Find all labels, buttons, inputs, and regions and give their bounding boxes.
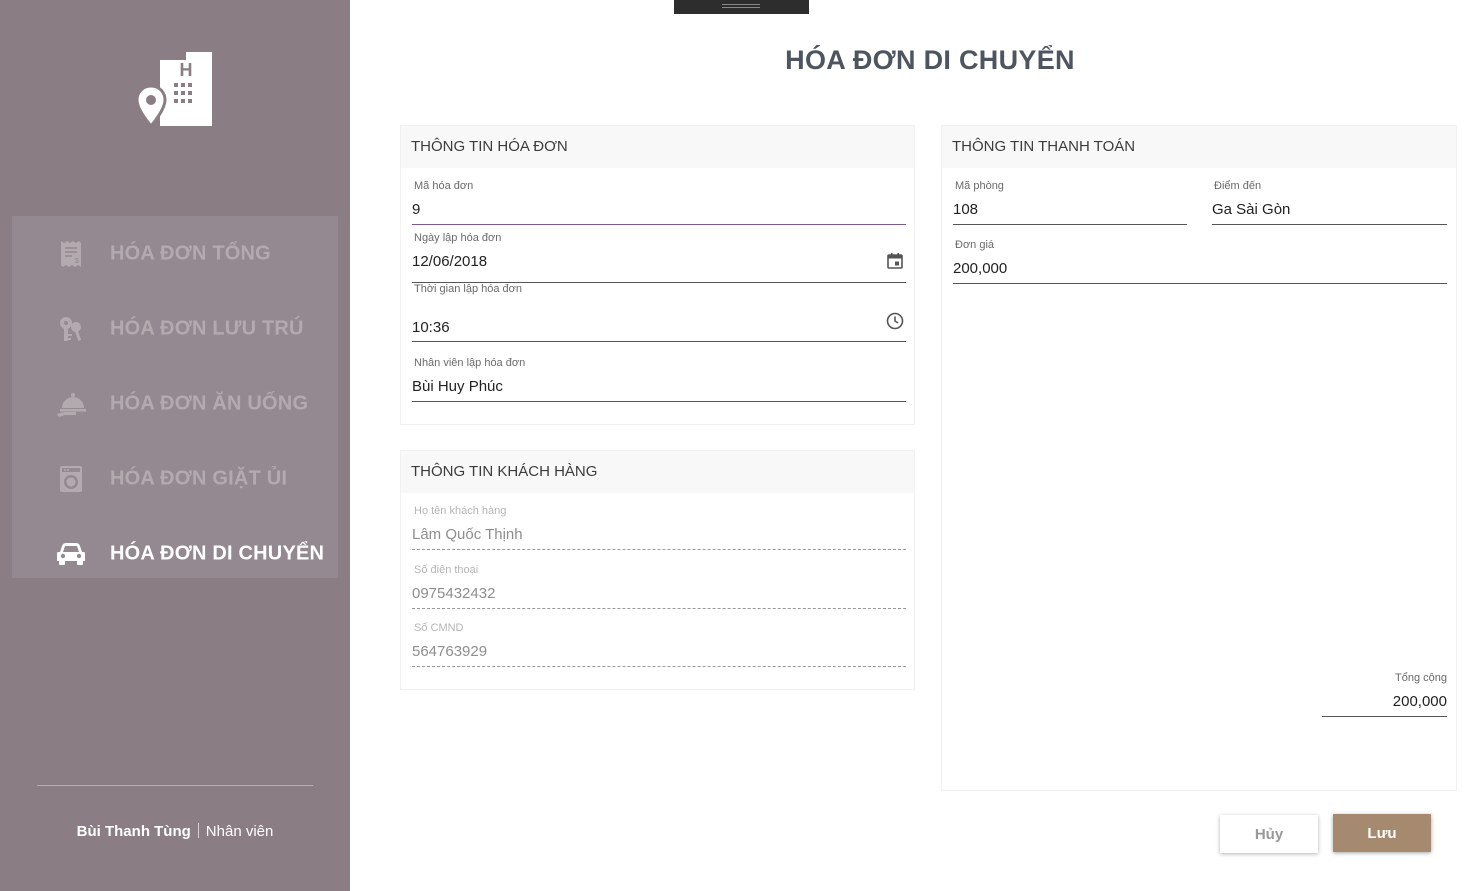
- invoice-time-value: 10:36: [412, 319, 450, 336]
- customer-idcard-value: 564763929: [412, 643, 488, 660]
- svg-text:$: $: [75, 258, 79, 265]
- invoice-info-card: THÔNG TIN HÓA ĐƠN Mã hóa đơn 9 Ngày lập …: [400, 125, 915, 425]
- sidebar-item-label: HÓA ĐƠN TỔNG: [110, 242, 271, 264]
- app-window: H $ HÓA ĐƠN TỔNG HÓA ĐƠN LƯU TRÚ HÓA ĐƠN…: [0, 0, 1482, 891]
- receipt-icon: $: [56, 239, 86, 269]
- hotel-location-icon: H: [135, 50, 216, 130]
- payment-info-header: THÔNG TIN THANH TOÁN: [942, 126, 1456, 168]
- customer-name-value: Lâm Quốc Thịnh: [412, 526, 523, 543]
- user-role: Nhân viên: [205, 823, 274, 840]
- total-label: Tổng cộng: [1395, 672, 1447, 684]
- invoice-id-label: Mã hóa đơn: [414, 180, 474, 192]
- invoice-info-header: THÔNG TIN HÓA ĐƠN: [401, 126, 914, 168]
- customer-idcard-field: Số CMND 564763929: [412, 622, 906, 668]
- cancel-button[interactable]: Hủy: [1220, 815, 1318, 853]
- invoice-staff-field[interactable]: Nhân viên lập hóa đơn Bùi Huy Phúc: [412, 357, 906, 403]
- calendar-icon[interactable]: [886, 252, 904, 270]
- invoice-time-field[interactable]: Thời gian lập hóa đơn 10:36: [412, 283, 906, 343]
- unit-price-field[interactable]: Đơn giá 200,000: [953, 239, 1447, 285]
- clock-icon[interactable]: [886, 312, 904, 330]
- customer-info-card: THÔNG TIN KHÁCH HÀNG Họ tên khách hàng L…: [400, 450, 915, 690]
- invoice-staff-value: Bùi Huy Phúc: [412, 378, 503, 395]
- customer-info-header: THÔNG TIN KHÁCH HÀNG: [401, 451, 914, 493]
- customer-phone-label: Số điện thoại: [414, 564, 479, 576]
- room-code-value: 108: [953, 201, 979, 218]
- invoice-date-field[interactable]: Ngày lập hóa đơn 12/06/2018: [412, 232, 906, 284]
- sidebar-item-label: HÓA ĐƠN LƯU TRÚ: [110, 317, 304, 339]
- page-title: HÓA ĐƠN DI CHUYỂN: [785, 45, 1075, 75]
- current-user: Bùi Thanh Tùng Nhân viên: [0, 823, 350, 840]
- keys-icon: [56, 314, 86, 344]
- sidebar-item-stay-invoice[interactable]: HÓA ĐƠN LƯU TRÚ: [12, 291, 338, 366]
- payment-info-card: THÔNG TIN THANH TOÁN Mã phòng 108 Điểm đ…: [941, 125, 1457, 791]
- sidebar-item-total-invoice[interactable]: $ HÓA ĐƠN TỔNG: [12, 216, 338, 291]
- food-tray-icon: [56, 389, 86, 419]
- car-icon: [56, 539, 86, 569]
- sidebar-divider: [37, 785, 313, 786]
- invoice-date-value: 12/06/2018: [412, 253, 488, 270]
- window-drag-handle[interactable]: [674, 0, 809, 14]
- customer-phone-field: Số điện thoại 0975432432: [412, 564, 906, 610]
- room-code-label: Mã phòng: [955, 180, 1004, 192]
- invoice-id-value: 9: [412, 201, 421, 218]
- customer-name-label: Họ tên khách hàng: [414, 505, 507, 517]
- sidebar-item-transport-invoice[interactable]: HÓA ĐƠN DI CHUYỂN: [12, 516, 338, 591]
- unit-price-value: 200,000: [953, 260, 1008, 277]
- invoice-id-field[interactable]: Mã hóa đơn 9: [412, 180, 906, 226]
- sidebar-nav: $ HÓA ĐƠN TỔNG HÓA ĐƠN LƯU TRÚ HÓA ĐƠN Ă…: [12, 216, 338, 578]
- washing-machine-icon: [56, 464, 86, 494]
- sidebar-item-food-invoice[interactable]: HÓA ĐƠN ĂN UỐNG: [12, 366, 338, 441]
- invoice-time-label: Thời gian lập hóa đơn: [414, 283, 522, 295]
- destination-label: Điểm đến: [1214, 180, 1262, 192]
- total-field: Tổng cộng 200,000: [1322, 672, 1447, 718]
- customer-name-field: Họ tên khách hàng Lâm Quốc Thịnh: [412, 505, 906, 551]
- room-code-field[interactable]: Mã phòng 108: [953, 180, 1187, 226]
- unit-price-label: Đơn giá: [955, 239, 995, 251]
- sidebar: H $ HÓA ĐƠN TỔNG HÓA ĐƠN LƯU TRÚ HÓA ĐƠN…: [0, 0, 350, 891]
- invoice-staff-label: Nhân viên lập hóa đơn: [414, 357, 526, 369]
- customer-phone-value: 0975432432: [412, 585, 496, 602]
- total-value: 200,000: [1392, 693, 1447, 710]
- svg-text:H: H: [180, 60, 193, 80]
- sidebar-item-laundry-invoice[interactable]: HÓA ĐƠN GIẶT ỦI: [12, 441, 338, 516]
- sidebar-item-label: HÓA ĐƠN ĂN UỐNG: [110, 392, 309, 414]
- user-name: Bùi Thanh Tùng: [76, 823, 191, 840]
- save-button[interactable]: Lưu: [1333, 814, 1431, 852]
- customer-idcard-label: Số CMND: [414, 622, 464, 634]
- sidebar-item-label: HÓA ĐƠN DI CHUYỂN: [110, 542, 325, 564]
- invoice-date-label: Ngày lập hóa đơn: [414, 232, 502, 244]
- sidebar-item-label: HÓA ĐƠN GIẶT ỦI: [110, 467, 288, 489]
- destination-value: Ga Sài Gòn: [1212, 201, 1291, 218]
- user-separator: [197, 823, 199, 838]
- destination-field[interactable]: Điểm đến Ga Sài Gòn: [1212, 180, 1447, 226]
